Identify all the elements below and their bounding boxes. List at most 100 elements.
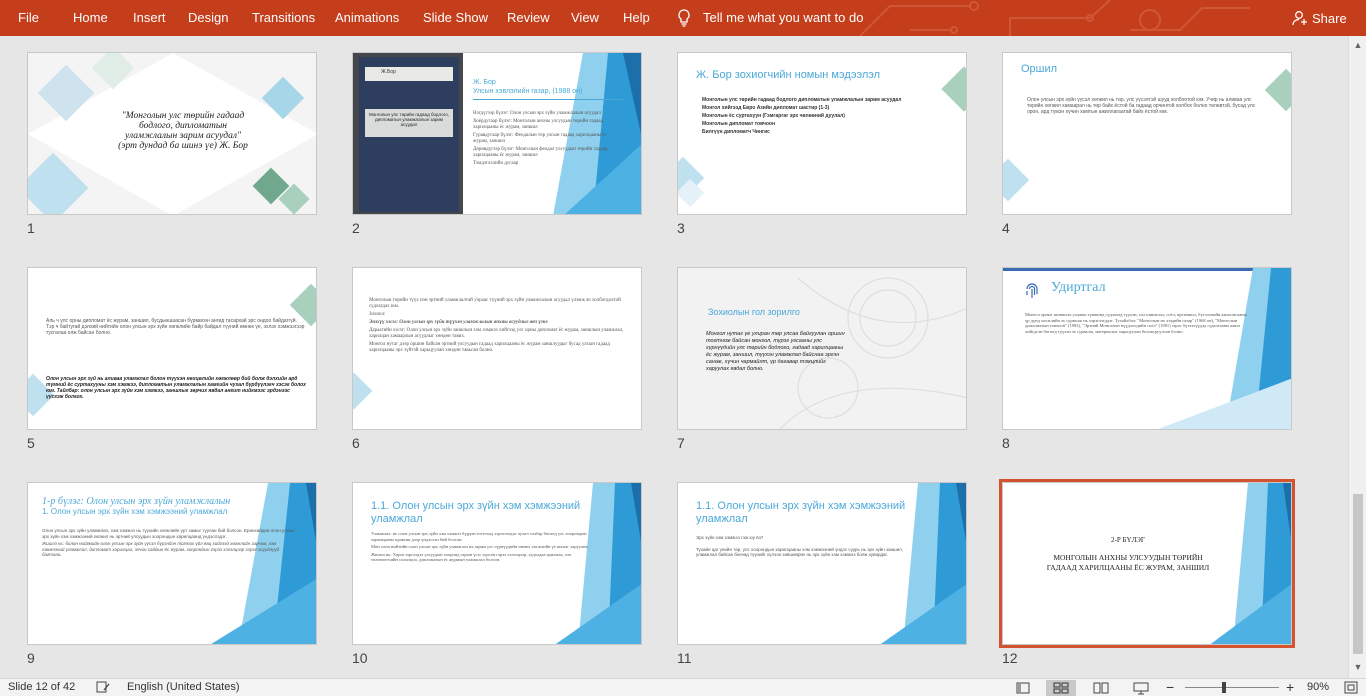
tab-file[interactable]: File	[18, 0, 39, 36]
fit-to-window-icon[interactable]	[1344, 681, 1358, 694]
tab-slide-show[interactable]: Slide Show	[423, 0, 488, 36]
slide-10[interactable]: 1.1. Олон улсын эрх зүйн хэм хэмжээний у…	[352, 482, 642, 645]
slide-11[interactable]: 1.1. Олон улсын эрх зүйн хэм хэмжээний у…	[677, 482, 967, 645]
slide-3-title: Ж. Бор зохиогчийн номын мэдээлэл	[696, 69, 881, 81]
bullet: Монголын ёс суртахуун (Гэмгаргаг эрх чөл…	[702, 113, 845, 119]
share-button[interactable]: Share	[1292, 9, 1347, 27]
zoom-slider-thumb[interactable]	[1222, 682, 1226, 693]
slide-10-title: 1.1. Олон улсын эрх зүйн хэм хэмжээний у…	[371, 500, 581, 525]
slide-12-text: 2-Р БҮЛЭГ МОНГОЛЫН АНХНЫ УЛСУУДЫН ТӨРИЙН…	[1023, 535, 1233, 573]
fingerprint-icon	[1026, 283, 1038, 298]
slide-12-selected[interactable]: 2-Р БҮЛЭГ МОНГОЛЫН АНХНЫ УЛСУУДЫН ТӨРИЙН…	[999, 479, 1295, 648]
slide-1-line: уламжлалын зарим асуудал"	[125, 131, 241, 141]
slide-thumbnail-2[interactable]: Ж.Бор Монголын улс төрийн гадаад бодлого…	[352, 52, 642, 240]
bullet: Дараагийн хэсэг: Олон улсын эрх зүйн зан…	[369, 328, 624, 339]
slide-1[interactable]: "Монголын улс төрийн гадаад бодлого, дип…	[27, 52, 317, 215]
bullet: Дөрөвдүгээр бүлэг: Монголын феодал улсуу…	[473, 147, 608, 158]
tab-insert[interactable]: Insert	[133, 0, 166, 36]
bullet: Уламжлал: нь олон улсын эрх зүйн хэм хэм…	[371, 531, 587, 542]
bullet: Зохиол:	[369, 312, 386, 317]
bullet: Тухайн цаг үеийн төр, улс хоорондын хари…	[696, 546, 904, 558]
slide-5[interactable]: Аль ч улс орны дипломат ёс журам, заншил…	[27, 267, 317, 430]
slide-show-button[interactable]	[1131, 680, 1151, 696]
normal-view-button[interactable]	[1013, 680, 1033, 696]
scroll-down-icon[interactable]: ▼	[1353, 662, 1363, 672]
slide-number: 5	[27, 435, 35, 451]
slide-number: 4	[1002, 220, 1010, 236]
slide-number: 12	[1002, 650, 1018, 666]
spell-check-icon[interactable]	[96, 681, 110, 694]
slide-number: 10	[352, 650, 368, 666]
tab-help[interactable]: Help	[623, 0, 650, 36]
slide-4-body: Олон улсын эрх зүйн үүсэл хөгжил нь төр,…	[1027, 97, 1256, 115]
slide-thumbnail-12[interactable]: 2-Р БҮЛЭГ МОНГОЛЫН АНХНЫ УЛСУУДЫН ТӨРИЙН…	[999, 479, 1295, 670]
slide-2-subtitle: Улсын хэвлэлийн газар, (1988 он)	[473, 88, 583, 95]
slide-10-bullets: Уламжлал: нь олон улсын эрх зүйн хэм хэм…	[371, 531, 593, 565]
scrollbar-thumb[interactable]	[1353, 494, 1363, 654]
slide-thumbnail-1[interactable]: "Монголын улс төрийн гадаад бодлого, дип…	[27, 52, 317, 240]
slide-1-line: (эрт дундад ба шинэ үе) Ж. Бор	[118, 141, 248, 151]
scroll-up-icon[interactable]: ▲	[1353, 40, 1363, 50]
slide-5-body-1: Аль ч улс орны дипломат ёс журам, заншил…	[46, 318, 305, 336]
zoom-in-button[interactable]: +	[1286, 679, 1294, 695]
slide-number: 11	[677, 650, 692, 666]
slide-4[interactable]: Оршил Олон улсын эрх зүйн үүсэл хөгжил н…	[1002, 52, 1292, 215]
slide-8[interactable]: Удиртгал Монгол орныг шинжлэх ухааны түв…	[1002, 267, 1292, 430]
slide-11-bullets: Эрх зүйн хэм хэмжээ гэж юу вэ? Тухайн ца…	[696, 535, 918, 560]
tab-home[interactable]: Home	[73, 0, 108, 36]
tell-me-search[interactable]: Tell me what you want to do	[703, 0, 863, 36]
tab-review[interactable]: Review	[507, 0, 550, 36]
slide-sorter-view[interactable]: "Монголын улс төрийн гадаад бодлого, дип…	[0, 36, 1348, 678]
slide-2-divider	[473, 99, 623, 100]
zoom-level[interactable]: 90%	[1307, 681, 1329, 693]
book-title: Монголын улс төрийн гадаад бодлого, дипл…	[365, 109, 453, 137]
slide-thumbnail-10[interactable]: 1.1. Олон улсын эрх зүйн хэм хэмжээний у…	[352, 482, 642, 670]
slide-6[interactable]: Монголын төрийн түүх нэн эртний уламжлал…	[352, 267, 642, 430]
slide-3[interactable]: Ж. Бор зохиогчийн номын мэдээлэл Монголы…	[677, 52, 967, 215]
slide-3-bullets: Монголын улс төрийн гадаад бодлого дипло…	[702, 97, 942, 137]
ribbon-tab-bar: File Home Insert Design Transitions Anim…	[0, 0, 1366, 36]
language-indicator[interactable]: English (United States)	[127, 681, 240, 693]
bullet: Жишээ нь: Хөрш зэргэлдээ улсуудын хоорон…	[371, 551, 572, 563]
slide-11-title: 1.1. Олон улсын эрх зүйн хэм хэмжээний у…	[696, 500, 906, 525]
zoom-out-button[interactable]: −	[1166, 679, 1174, 695]
vertical-scrollbar[interactable]: ▲ ▼	[1348, 36, 1366, 678]
slide-8-background-shapes	[1158, 268, 1291, 429]
slide-sorter-button[interactable]	[1046, 680, 1076, 696]
reading-view-button[interactable]	[1091, 680, 1111, 696]
slide-number: 1	[27, 220, 35, 236]
slide-9-subtitle: 1. Олон улсын эрх зүйн хэм хэмжээний ула…	[42, 507, 228, 516]
slide-1-line: бодлого, дипломатын	[138, 121, 228, 131]
slide-2[interactable]: Ж.Бор Монголын улс төрийн гадаад бодлого…	[352, 52, 642, 215]
slide-thumbnail-4[interactable]: Оршил Олон улсын эрх зүйн үүсэл хөгжил н…	[1002, 52, 1292, 240]
slide-thumbnail-5[interactable]: Аль ч улс орны дипломат ёс журам, заншил…	[27, 267, 317, 455]
bullet: Монгол хийгээд Евро Азийн дипломат шасти…	[702, 105, 830, 111]
slide-1-title: "Монголын улс төрийн гадаад бодлого, дип…	[98, 111, 268, 151]
tab-view[interactable]: View	[571, 0, 599, 36]
bullet: Нэгдүгээр бүлэг: Олон улсын эрх зүйн ула…	[473, 111, 601, 116]
zoom-slider-track[interactable]	[1185, 687, 1279, 688]
slide-7[interactable]: Зохиолын гол зорилго Монгол нутаг үе ули…	[677, 267, 967, 430]
tab-transitions[interactable]: Transitions	[252, 0, 315, 36]
slide-5-background-shapes	[28, 283, 316, 417]
slide-thumbnail-9[interactable]: 1-р бүлэг: Олон улсын эрх зүйн уламжлалы…	[27, 482, 317, 670]
slide-thumbnail-11[interactable]: 1.1. Олон улсын эрх зүйн хэм хэмжээний у…	[677, 482, 967, 670]
bullet: Гуравдугаар бүлэг: Феодалын төр улсын га…	[473, 133, 607, 144]
slide-thumbnail-8[interactable]: Удиртгал Монгол орныг шинжлэх ухааны түв…	[1002, 267, 1292, 455]
slide-9[interactable]: 1-р бүлэг: Олон улсын эрх зүйн уламжлалы…	[27, 482, 317, 645]
slide-sorter-icon	[1053, 682, 1069, 694]
slide-4-background-shapes	[1003, 68, 1291, 202]
book-author: Ж.Бор	[381, 69, 396, 75]
slide-thumbnail-3[interactable]: Ж. Бор зохиогчийн номын мэдээлэл Монголы…	[677, 52, 967, 240]
slide-thumbnail-7[interactable]: Зохиолын гол зорилго Монгол нутаг үе ули…	[677, 267, 967, 455]
bullet: Энэхүү хэсэг: Олон улсын эрх зүйн түүхэн…	[369, 320, 548, 325]
ribbon-circuit-decoration	[859, 0, 1250, 36]
tab-animations[interactable]: Animations	[335, 0, 399, 36]
bullet: Монголын улс төрийн гадаад бодлого дипло…	[702, 97, 902, 103]
book-label	[365, 67, 453, 81]
slide-thumbnail-6[interactable]: Монголын төрийн түүх нэн эртний уламжлал…	[352, 267, 642, 455]
slide-6-bullets: Монголын төрийн түүх нэн эртний уламжлал…	[369, 298, 624, 356]
slide-number: 7	[677, 435, 685, 451]
tab-design[interactable]: Design	[188, 0, 228, 36]
bullet: Монголын дипломат товчоон	[702, 121, 776, 127]
